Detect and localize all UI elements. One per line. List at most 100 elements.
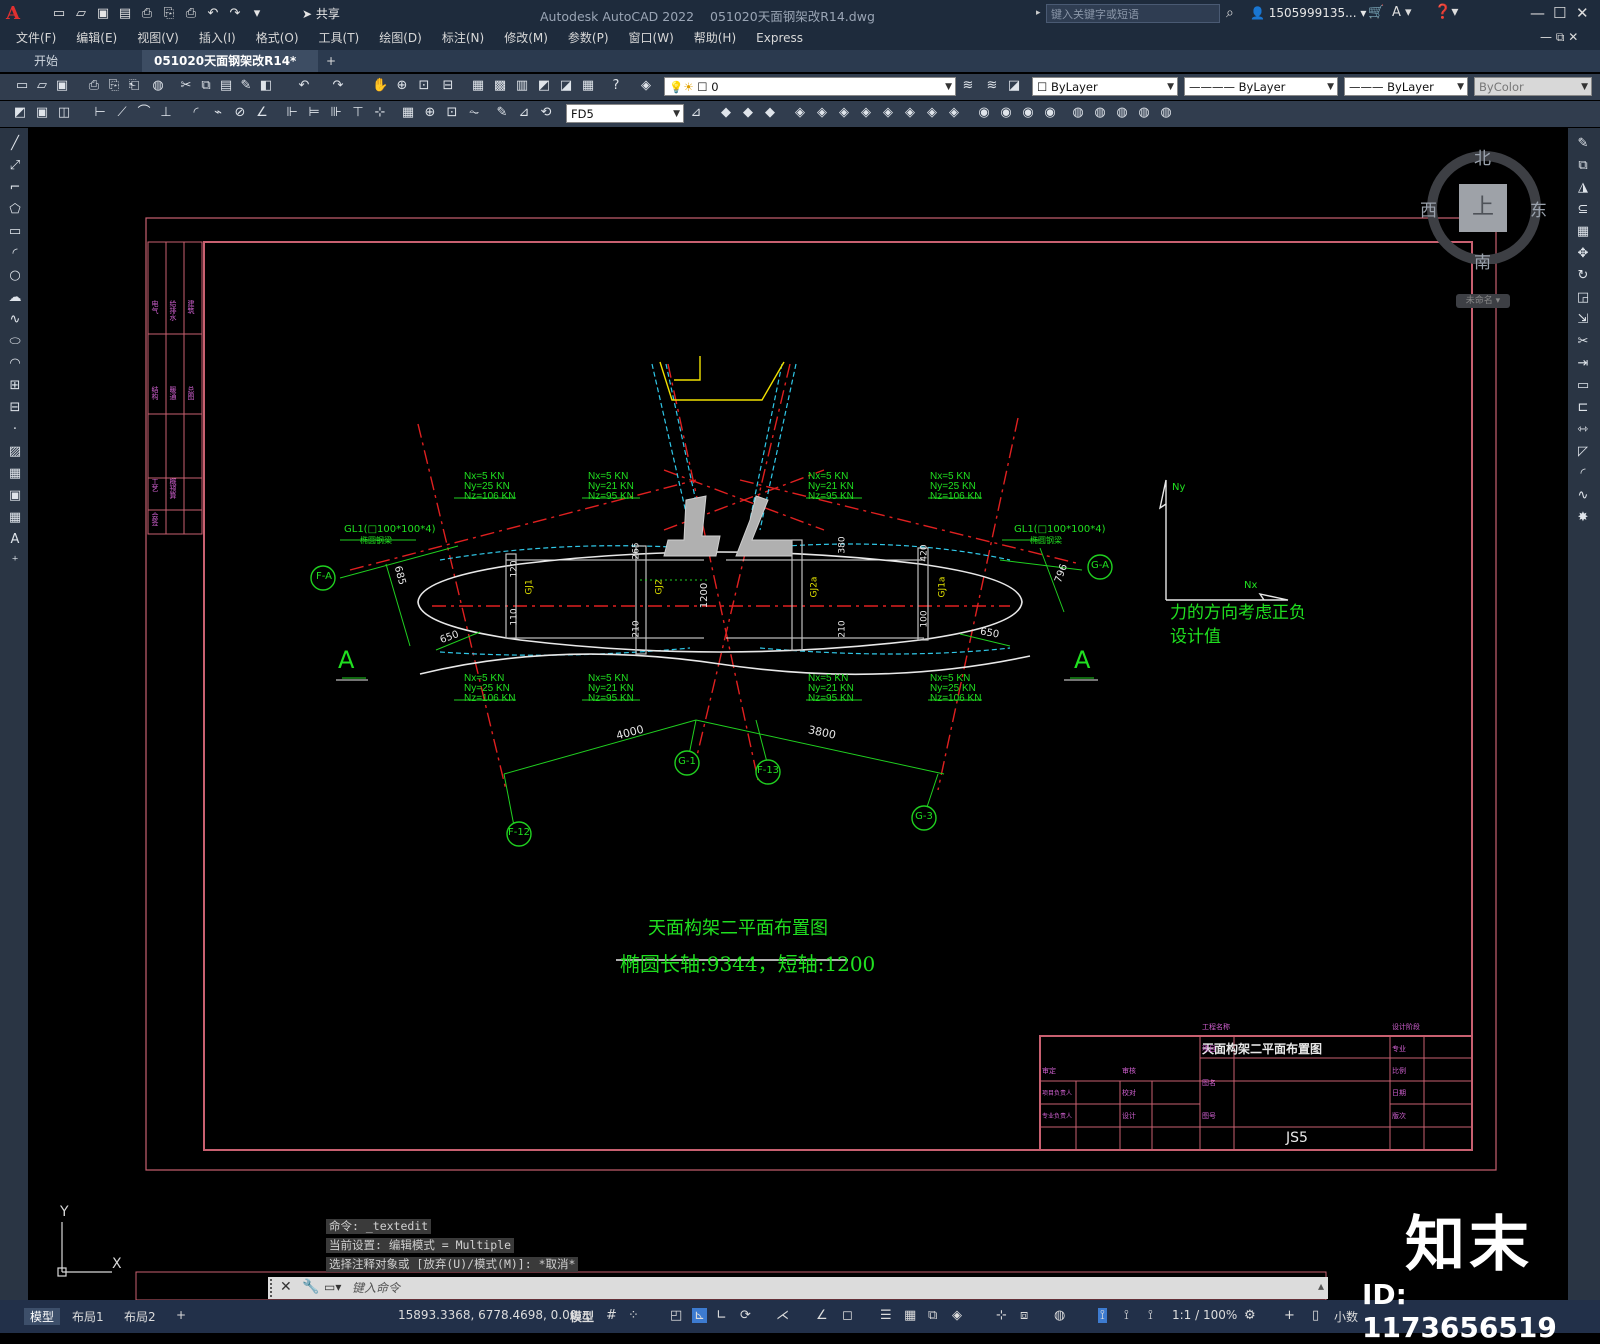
solid-4-icon[interactable]: ◈ [792, 105, 808, 121]
command-customize-icon[interactable]: 🔧 [302, 1279, 319, 1295]
undo-icon[interactable]: ↶ [296, 78, 312, 94]
rectangle-icon[interactable]: ▭ [7, 224, 23, 240]
add-layout-button[interactable]: + [176, 1308, 186, 1322]
quickcalc-icon[interactable]: ▦ [580, 78, 596, 94]
menu-help[interactable]: 帮助(H) [684, 28, 746, 50]
add-icon[interactable]: + [1284, 1308, 1295, 1323]
tolerance-icon[interactable]: ▦ [400, 105, 416, 121]
join-icon[interactable]: ⇿ [1575, 422, 1591, 438]
search-expand-icon[interactable]: ▸ [1036, 8, 1041, 18]
solid-15-icon[interactable]: ◉ [1042, 105, 1058, 121]
recent-commands-icon[interactable]: ▭▾ [324, 1280, 341, 1294]
infer-constraints-icon[interactable]: ◰ [670, 1308, 682, 1323]
break-point-icon[interactable]: ▭ [1575, 378, 1591, 394]
search-icon[interactable]: ⌕ [1226, 5, 1234, 21]
share-button[interactable]: ➤ 共享 [302, 5, 340, 22]
3d-osnap-icon[interactable]: ◈ [952, 1308, 962, 1323]
redo-icon[interactable]: ↷ [226, 4, 244, 22]
center-mark-icon[interactable]: ⊕ [422, 105, 438, 121]
solid-5-icon[interactable]: ◈ [814, 105, 830, 121]
fillet-icon[interactable]: ◜ [1575, 466, 1591, 482]
dynamic-ucs-icon[interactable]: ◻ [842, 1308, 853, 1323]
cart-icon[interactable]: 🛒 [1368, 5, 1384, 20]
menu-insert[interactable]: 插入(I) [189, 28, 246, 50]
dim-text-edit-icon[interactable]: ⊿ [516, 105, 532, 121]
object-snap-icon[interactable]: ∠ [816, 1308, 828, 1323]
dimstyle-dropdown[interactable]: FD5 ▼ [566, 104, 684, 123]
dim-update-icon[interactable]: ⟲ [538, 105, 554, 121]
region-icon[interactable]: ▣ [7, 488, 23, 504]
mtext-icon[interactable]: A [7, 532, 23, 548]
dimstyle-manager-icon[interactable]: ⊿ [688, 105, 704, 121]
plot-icon[interactable]: ⎙ [86, 78, 102, 94]
offset-icon[interactable]: ⊆ [1575, 202, 1591, 218]
grid-icon[interactable]: # [606, 1308, 617, 1323]
ucs-menu-button[interactable]: 未命名 ▾ [1456, 294, 1510, 308]
dim-space-icon[interactable]: ⊤ [350, 105, 366, 121]
break-icon[interactable]: ⊏ [1575, 400, 1591, 416]
exchange-icon[interactable]: A ▾ [1392, 5, 1412, 20]
solid-8-icon[interactable]: ◈ [880, 105, 896, 121]
undo-icon[interactable]: ↶ [204, 4, 222, 22]
open-file-icon[interactable]: ▱ [72, 4, 90, 22]
markup-icon[interactable]: ◪ [558, 78, 574, 94]
new-icon[interactable]: ▭ [14, 78, 30, 94]
solid-13-icon[interactable]: ◉ [998, 105, 1014, 121]
jogged-linear-icon[interactable]: ⏦ [466, 105, 482, 121]
dim-break-icon[interactable]: ⊹ [372, 105, 388, 121]
viewcube-top-face[interactable]: 上 [1459, 184, 1507, 232]
trim-icon[interactable]: ✂ [1575, 334, 1591, 350]
polyline-icon[interactable]: ⌐ [7, 180, 23, 196]
quick-dim-icon[interactable]: ⊩ [284, 105, 300, 121]
web-mobile-save-icon[interactable]: ⎘ [160, 4, 178, 22]
arc-length-icon[interactable]: ⌒ [136, 105, 152, 121]
menu-view[interactable]: 视图(V) [127, 28, 189, 50]
compass-west[interactable]: 西 [1420, 196, 1437, 221]
make-block-icon[interactable]: ⊟ [7, 400, 23, 416]
menu-file[interactable]: 文件(F) [6, 28, 66, 50]
menu-format[interactable]: 格式(O) [246, 28, 309, 50]
aligned-dim-icon[interactable]: ⟋ [114, 105, 130, 121]
tab-model[interactable]: 模型 [24, 1308, 61, 1325]
zoom-previous-icon[interactable]: ⊟ [440, 78, 456, 94]
autocad-logo-icon[interactable]: A [6, 3, 28, 25]
transparency-icon[interactable]: ▦ [904, 1308, 916, 1323]
tab-start[interactable]: 开始 [22, 50, 156, 72]
tool-2-icon[interactable]: ▣ [34, 105, 50, 121]
copy-icon[interactable]: ⧉ [198, 78, 214, 94]
solid-3-icon[interactable]: ◆ [762, 105, 778, 121]
circle-icon[interactable]: ○ [7, 268, 23, 284]
hatch-icon[interactable]: ▨ [7, 444, 23, 460]
sheetset-icon[interactable]: ◩ [536, 78, 552, 94]
table-icon[interactable]: ▦ [7, 510, 23, 526]
block-editor-icon[interactable]: ◧ [258, 78, 274, 94]
design-center-icon[interactable]: ▩ [492, 78, 508, 94]
command-grip-icon[interactable] [270, 1279, 276, 1297]
stretch-icon[interactable]: ⇲ [1575, 312, 1591, 328]
menu-dimension[interactable]: 标注(N) [432, 28, 494, 50]
isodraft-icon[interactable]: ⟳ [740, 1308, 751, 1323]
array-icon[interactable]: ▦ [1575, 224, 1591, 240]
menu-modify[interactable]: 修改(M) [494, 28, 558, 50]
dim-edit-icon[interactable]: ✎ [494, 105, 510, 121]
baseline-dim-icon[interactable]: ⊨ [306, 105, 322, 121]
zoom-realtime-icon[interactable]: ⊕ [394, 78, 410, 94]
arc-icon[interactable]: ◜ [7, 246, 23, 262]
web-mobile-open-icon[interactable]: ⎙ [138, 4, 156, 22]
solid-16-icon[interactable]: ◍ [1070, 105, 1086, 121]
solid-12-icon[interactable]: ◉ [976, 105, 992, 121]
tab-layout1[interactable]: 布局1 [72, 1308, 104, 1325]
blend-icon[interactable]: ∿ [1575, 488, 1591, 504]
globe-icon[interactable]: ◍ [150, 78, 166, 94]
save-as-icon[interactable]: ▤ [116, 4, 134, 22]
layer-properties-icon[interactable]: ◈ [638, 78, 654, 94]
command-scroll-icon[interactable]: ▴ [1318, 1279, 1324, 1293]
annotation-scale-icon[interactable]: ⟟ [1148, 1308, 1153, 1323]
angular-dim-icon[interactable]: ∠ [254, 105, 270, 121]
menu-express[interactable]: Express [746, 28, 813, 50]
layer-dropdown[interactable]: 💡☀ ☐ 0 ▼ [664, 77, 956, 96]
compass-south[interactable]: 南 [1474, 248, 1491, 273]
solid-14-icon[interactable]: ◉ [1020, 105, 1036, 121]
lineweight-dropdown[interactable]: ——— ByLayer ▼ [1344, 77, 1468, 96]
drawing-canvas[interactable]: Nx=5 KN Ny=25 KN Nz=106 KN Nx=5 KN Ny=21 KN… [28, 128, 1568, 1300]
